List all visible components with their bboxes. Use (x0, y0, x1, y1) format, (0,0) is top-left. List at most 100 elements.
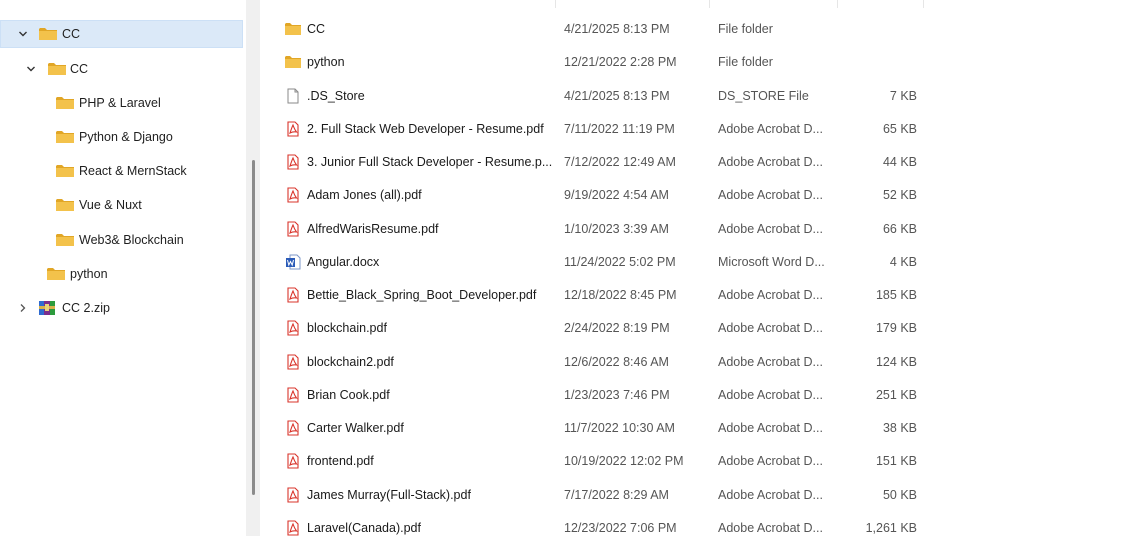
file-name: blockchain2.pdf (307, 355, 394, 369)
file-name: frontend.pdf (307, 454, 374, 468)
column-header-size[interactable] (838, 0, 924, 8)
file-date-modified: 7/12/2022 12:49 AM (564, 155, 676, 169)
file-name: blockchain.pdf (307, 321, 387, 335)
file-type: DS_STORE File (718, 89, 809, 103)
file-date-modified: 1/10/2023 3:39 AM (564, 222, 669, 236)
file-type: Adobe Acrobat D... (718, 321, 823, 335)
file-name: Adam Jones (all).pdf (307, 188, 422, 202)
nav-item-python[interactable]: python (0, 260, 243, 288)
file-row[interactable]: blockchain.pdf 2/24/2022 8:19 PM Adobe Acr… (280, 313, 920, 343)
pdf-icon (285, 487, 301, 503)
file-row[interactable]: 3. Junior Full Stack Developer - Resume.… (280, 147, 920, 177)
file-size: 52 KB (882, 188, 917, 202)
file-name: Bettie_Black_Spring_Boot_Developer.pdf (307, 288, 537, 302)
file-row[interactable]: 2. Full Stack Web Developer - Resume.pdf… (280, 114, 920, 144)
folder-icon (285, 21, 301, 37)
folder-icon (56, 130, 74, 144)
chevron-down-icon[interactable] (16, 27, 30, 41)
file-date-modified: 7/11/2022 11:19 PM (564, 122, 675, 136)
file-date-modified: 12/18/2022 8:45 PM (564, 288, 677, 302)
nav-item-label: CC (70, 62, 89, 76)
file-row[interactable]: python 12/21/2022 2:28 PM File folder (280, 47, 920, 77)
file-row[interactable]: CC 4/21/2025 8:13 PM File folder (280, 14, 920, 44)
column-header-type[interactable] (710, 0, 838, 8)
pdf-icon (285, 221, 301, 237)
winrar-archive-icon (38, 300, 56, 316)
nav-item-label: CC 2.zip (62, 301, 110, 315)
folder-icon (39, 27, 57, 41)
file-row[interactable]: frontend.pdf 10/19/2022 12:02 PM Adobe Acr… (280, 446, 920, 476)
nav-item-cc-root[interactable]: CC (0, 20, 243, 48)
file-date-modified: 10/19/2022 12:02 PM (564, 454, 684, 468)
pdf-icon (285, 520, 301, 536)
file-name: Laravel(Canada).pdf (307, 521, 421, 535)
file-row[interactable]: .DS_Store 4/21/2025 8:13 PM DS_STORE File 7… (280, 81, 920, 111)
nav-item-php-laravel[interactable]: PHP & Laravel (0, 89, 243, 117)
column-header-name[interactable] (300, 0, 556, 8)
folder-icon (56, 96, 74, 110)
file-size: 4 KB (889, 255, 917, 269)
folder-icon (56, 164, 74, 178)
file-name: CC (307, 22, 326, 36)
file-row[interactable]: Angular.docx 11/24/2022 5:02 PM Microsoft … (280, 247, 920, 277)
nav-item-cc[interactable]: CC (0, 55, 243, 83)
file-row[interactable]: Bettie_Black_Spring_Boot_Developer.pdf 12… (280, 280, 920, 310)
file-size: 50 KB (882, 488, 917, 502)
file-type: File folder (718, 55, 773, 69)
nav-item-label: Web3& Blockchain (79, 233, 184, 247)
file-size: 38 KB (882, 421, 917, 435)
pdf-icon (285, 354, 301, 370)
file-size: 66 KB (882, 222, 917, 236)
pdf-icon (285, 320, 301, 336)
status-bar (0, 536, 1135, 551)
file-type: Adobe Acrobat D... (718, 421, 823, 435)
file-size: 179 KB (875, 321, 917, 335)
column-header-date[interactable] (556, 0, 710, 8)
file-size: 44 KB (882, 155, 917, 169)
nav-item-react-mernstack[interactable]: React & MernStack (0, 157, 243, 185)
file-date-modified: 12/6/2022 8:46 AM (564, 355, 669, 369)
folder-icon (285, 54, 301, 70)
file-type: Adobe Acrobat D... (718, 288, 823, 302)
folder-icon (56, 233, 74, 247)
file-row[interactable]: James Murray(Full-Stack).pdf 7/17/2022 8:… (280, 480, 920, 510)
nav-item-cc2-zip[interactable]: CC 2.zip (0, 294, 243, 322)
chevron-right-icon[interactable] (16, 301, 30, 315)
file-date-modified: 2/24/2022 8:19 PM (564, 321, 670, 335)
file-date-modified: 9/19/2022 4:54 AM (564, 188, 669, 202)
file-type: Adobe Acrobat D... (718, 388, 823, 402)
file-row[interactable]: Adam Jones (all).pdf 9/19/2022 4:54 AM Ado… (280, 180, 920, 210)
file-size: 65 KB (882, 122, 917, 136)
nav-item-label: python (70, 267, 108, 281)
pdf-icon (285, 121, 301, 137)
file-row[interactable]: Brian Cook.pdf 1/23/2023 7:46 PM Adobe Acr… (280, 380, 920, 410)
file-date-modified: 12/21/2022 2:28 PM (564, 55, 677, 69)
file-type: Adobe Acrobat D... (718, 155, 823, 169)
nav-item-web3-blockchain[interactable]: Web3& Blockchain (0, 226, 243, 254)
nav-item-vue-nuxt[interactable]: Vue & Nuxt (0, 191, 243, 219)
file-row[interactable]: Carter Walker.pdf 11/7/2022 10:30 AM Adobe… (280, 413, 920, 443)
chevron-down-icon[interactable] (24, 62, 38, 76)
file-type: Adobe Acrobat D... (718, 521, 823, 535)
pdf-icon (285, 420, 301, 436)
file-name: .DS_Store (307, 89, 365, 103)
file-type: Adobe Acrobat D... (718, 188, 823, 202)
file-list: CC 4/21/2025 8:13 PM File folder python 12/2… (260, 0, 1135, 536)
file-date-modified: 7/17/2022 8:29 AM (564, 488, 669, 502)
file-date-modified: 12/23/2022 7:06 PM (564, 521, 677, 535)
file-name: Angular.docx (307, 255, 380, 269)
file-date-modified: 4/21/2025 8:13 PM (564, 89, 670, 103)
file-type: Adobe Acrobat D... (718, 222, 823, 236)
file-name: Carter Walker.pdf (307, 421, 404, 435)
file-size: 7 KB (889, 89, 917, 103)
file-row[interactable]: AlfredWarisResume.pdf 1/10/2023 3:39 AM Ad… (280, 214, 920, 244)
file-type: Microsoft Word D... (718, 255, 825, 269)
file-date-modified: 11/7/2022 10:30 AM (564, 421, 675, 435)
file-name: 3. Junior Full Stack Developer - Resume.… (307, 155, 552, 169)
file-date-modified: 1/23/2023 7:46 PM (564, 388, 670, 402)
file-row[interactable]: blockchain2.pdf 12/6/2022 8:46 AM Adobe Ac… (280, 347, 920, 377)
nav-item-python-django[interactable]: Python & Django (0, 123, 243, 151)
nav-scrollbar-thumb[interactable] (252, 160, 255, 495)
pdf-icon (285, 154, 301, 170)
file-size: 124 KB (875, 355, 917, 369)
